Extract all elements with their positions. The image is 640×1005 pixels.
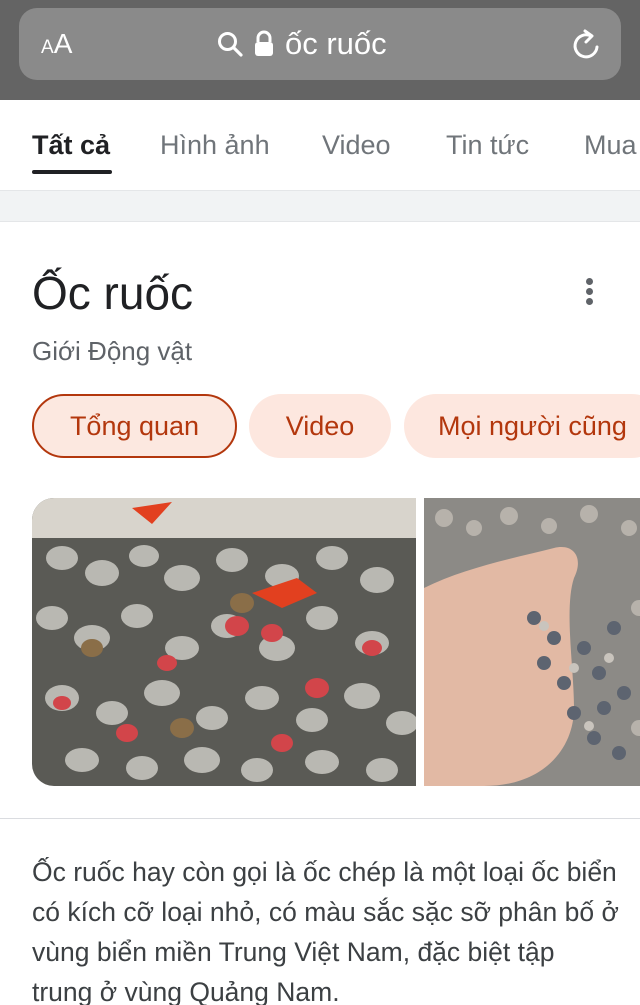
reload-icon[interactable] bbox=[571, 28, 603, 62]
snail-pile-image[interactable] bbox=[32, 498, 416, 786]
entity-description: Ốc ruốc hay còn gọi là ốc chép là một lo… bbox=[32, 857, 619, 1005]
search-icon bbox=[218, 32, 243, 57]
chip-video[interactable]: Video bbox=[249, 394, 391, 458]
tab-video[interactable]: Video bbox=[322, 130, 391, 161]
browser-toolbar: AA ốc ruốc bbox=[0, 0, 640, 100]
content-divider bbox=[0, 818, 640, 819]
chip-row: Tổng quan Video Mọi người cũng bbox=[0, 394, 640, 458]
entity-title: Ốc ruốc bbox=[32, 267, 194, 319]
tab-images[interactable]: Hình ảnh bbox=[160, 130, 270, 161]
active-tab-indicator bbox=[32, 170, 112, 174]
tab-shopping[interactable]: Mua bbox=[584, 130, 637, 161]
chip-people-also[interactable]: Mọi người cũng bbox=[404, 394, 640, 458]
text-size-button[interactable]: AA bbox=[41, 30, 72, 58]
url-display[interactable]: ốc ruốc bbox=[217, 22, 387, 66]
entity-subtitle: Giới Động vật bbox=[32, 336, 193, 366]
section-divider bbox=[0, 190, 640, 222]
tab-all[interactable]: Tất cả bbox=[32, 130, 110, 161]
more-vert-icon[interactable] bbox=[580, 274, 600, 308]
tab-news[interactable]: Tin tức bbox=[446, 130, 529, 161]
hand-holding-snails-image[interactable] bbox=[424, 498, 640, 786]
chip-overview[interactable]: Tổng quan bbox=[32, 394, 237, 458]
address-bar[interactable]: AA ốc ruốc bbox=[19, 8, 621, 80]
lock-icon bbox=[255, 30, 273, 56]
url-text: ốc ruốc bbox=[285, 26, 387, 61]
search-tabs: Tất cả Hình ảnh Video Tin tức Mua bbox=[0, 100, 640, 190]
image-carousel[interactable] bbox=[32, 498, 640, 786]
